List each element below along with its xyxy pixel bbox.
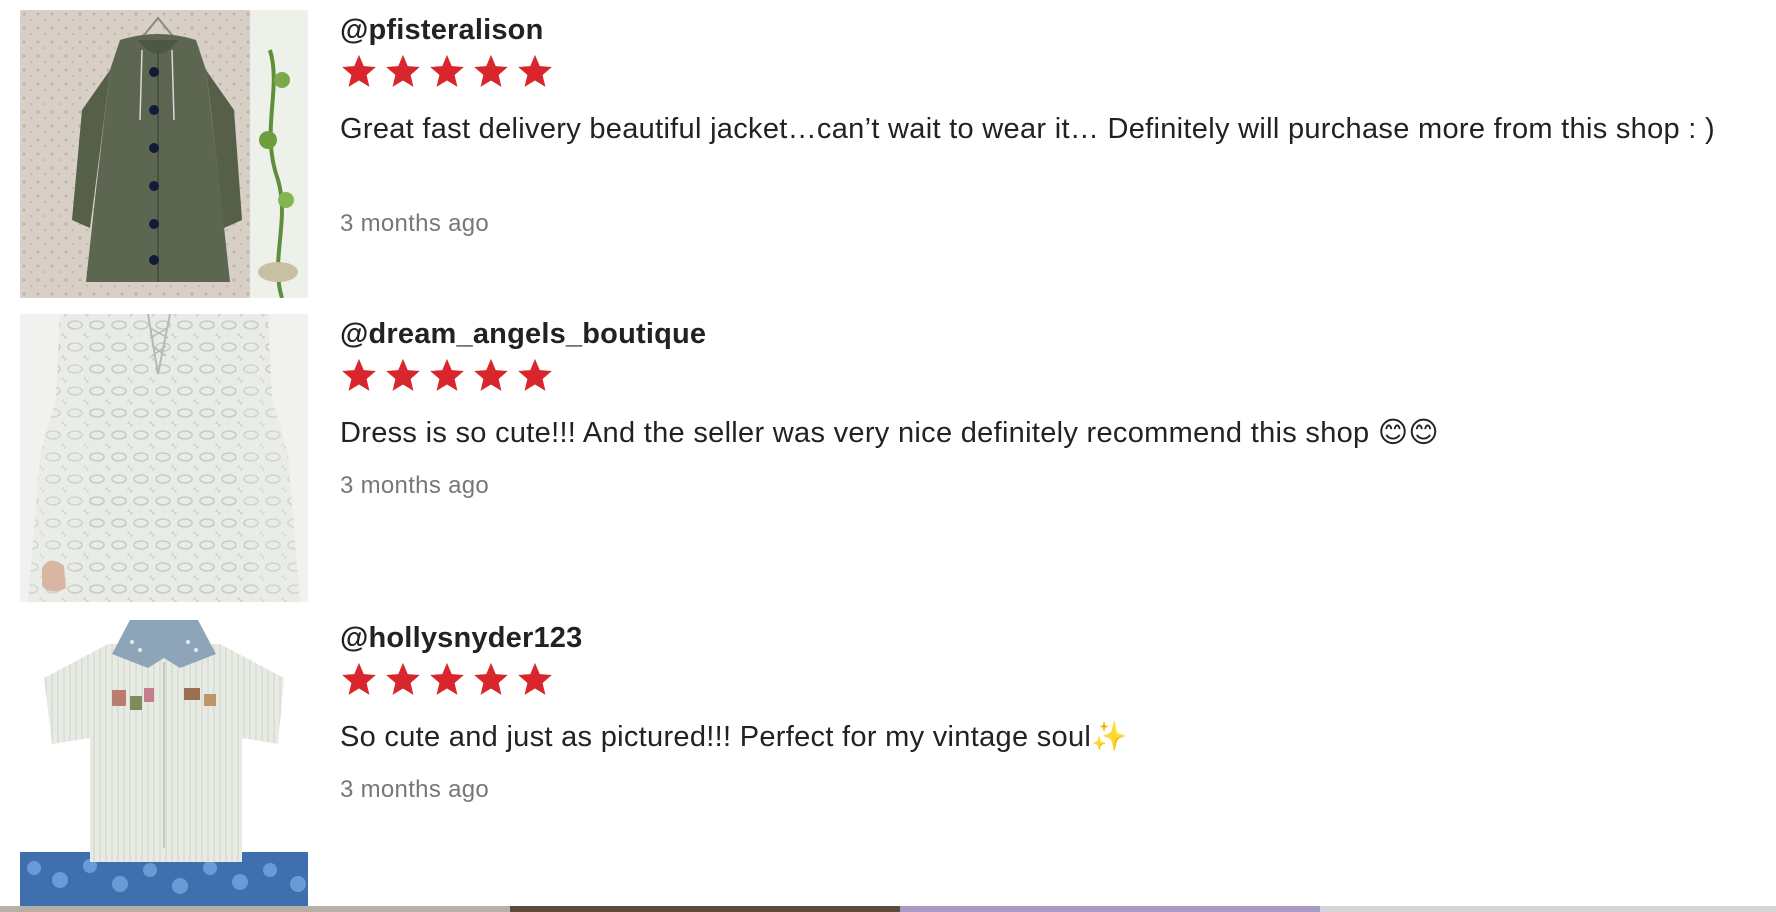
- star-icon: [430, 662, 464, 695]
- review-comment: Dress is so cute!!! And the seller was v…: [340, 417, 1439, 449]
- review-comment: So cute and just as pictured!!! Perfect …: [340, 721, 1128, 753]
- review-comment: Great fast delivery beautiful jacket…can…: [340, 113, 1715, 145]
- star-icon: [430, 358, 464, 391]
- star-icon: [342, 662, 376, 695]
- star-icon: [474, 358, 508, 391]
- star-icon: [386, 662, 420, 695]
- star-icon: [342, 54, 376, 87]
- star-rating: [340, 660, 554, 698]
- embroidered-striped-shirt-photo: [20, 618, 308, 906]
- star-icon: [386, 54, 420, 87]
- next-row-thumbnails-edge: [0, 906, 1776, 912]
- star-rating: [340, 356, 554, 394]
- review-item: @dream_angels_boutique Dress is so cute!…: [20, 304, 1760, 602]
- star-icon: [386, 358, 420, 391]
- star-icon: [518, 662, 552, 695]
- star-icon: [430, 54, 464, 87]
- review-photo[interactable]: [20, 314, 308, 602]
- green-hooded-jacket-photo: [20, 10, 308, 298]
- review-timestamp: 3 months ago: [340, 472, 490, 499]
- review-photo[interactable]: [20, 618, 308, 906]
- review-item: @hollysnyder123 So cute and just as pict…: [20, 608, 1760, 906]
- review-timestamp: 3 months ago: [340, 776, 490, 803]
- star-icon: [474, 662, 508, 695]
- review-timestamp: 3 months ago: [340, 210, 490, 237]
- star-icon: [518, 358, 552, 391]
- star-icon: [518, 54, 552, 87]
- white-lace-dress-photo: [20, 314, 308, 602]
- star-icon: [474, 54, 508, 87]
- review-username[interactable]: @hollysnyder123: [340, 622, 582, 655]
- review-photo[interactable]: [20, 10, 308, 298]
- review-item: @pfisteralison Great fast delivery beaut…: [20, 0, 1760, 298]
- star-rating: [340, 52, 554, 90]
- star-icon: [342, 358, 376, 391]
- review-username[interactable]: @dream_angels_boutique: [340, 318, 706, 351]
- review-username[interactable]: @pfisteralison: [340, 14, 544, 47]
